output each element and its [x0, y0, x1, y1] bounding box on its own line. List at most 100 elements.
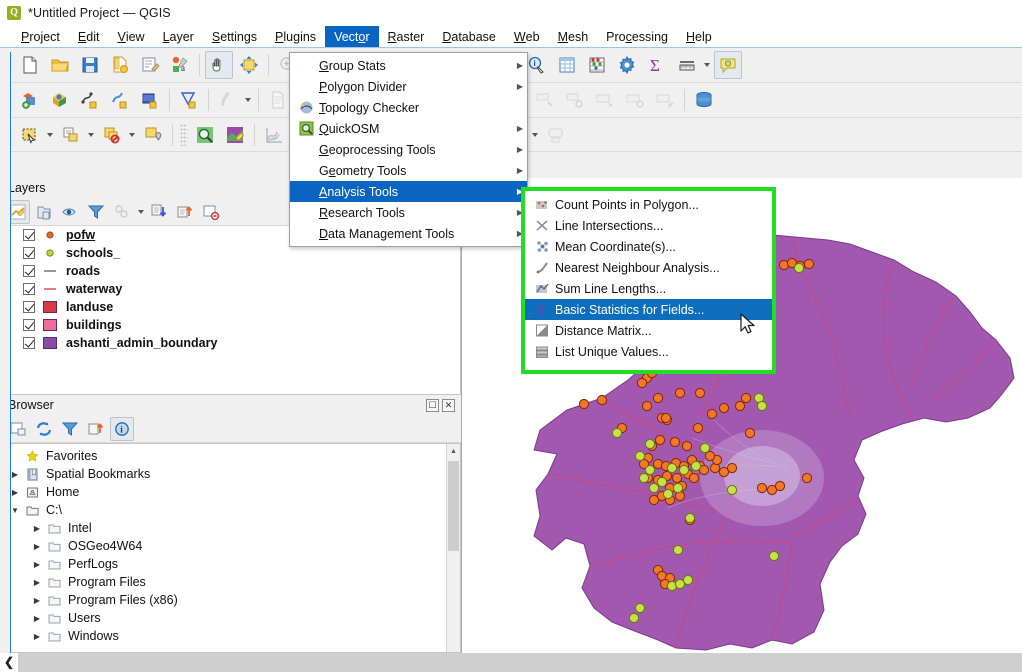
menu-project[interactable]: Project — [12, 26, 69, 47]
menu-processing[interactable]: Pro c essing — [597, 26, 677, 47]
refresh-icon[interactable] — [32, 417, 56, 441]
select-features-icon[interactable] — [16, 121, 44, 149]
layer-visibility-checkbox[interactable] — [23, 247, 35, 259]
add-wms-icon[interactable] — [214, 86, 242, 114]
select-value-caret-icon[interactable] — [86, 121, 95, 149]
show-hide-label-icon[interactable] — [621, 86, 649, 114]
layer-visibility-checkbox[interactable] — [23, 283, 35, 295]
browser-tree-item[interactable]: Favorites — [1, 447, 460, 465]
toolbar-grip[interactable] — [180, 123, 187, 146]
menu-edit[interactable]: Edit — [69, 26, 109, 47]
vector-menu-item-quickosm[interactable]: QuickOSM ▶ — [290, 118, 527, 139]
scroll-up-arrow-icon[interactable]: ▲ — [447, 444, 460, 458]
browser-tree-item[interactable]: Users — [1, 609, 460, 627]
layer-visibility-checkbox[interactable] — [23, 301, 35, 313]
menu-layer[interactable]: Layer — [154, 26, 203, 47]
expand-all-icon[interactable] — [147, 200, 171, 224]
open-attribute-table-icon[interactable] — [553, 51, 581, 79]
menu-plugins[interactable]: Plugins — [266, 26, 325, 47]
add-virtual-layer-icon[interactable] — [175, 86, 203, 114]
menu-raster[interactable]: Raster — [379, 26, 434, 47]
properties-icon[interactable]: i — [110, 416, 134, 441]
db-manager-icon[interactable] — [690, 86, 718, 114]
browser-tree-item[interactable]: Home — [1, 483, 460, 501]
layer-visibility-checkbox[interactable] — [23, 337, 35, 349]
layer-row[interactable]: buildings — [1, 316, 460, 334]
wms-dropdown-caret-icon[interactable] — [243, 86, 252, 114]
browser-tree-item[interactable]: OSGeo4W64 — [1, 537, 460, 555]
expand-arrow-closed-icon[interactable] — [29, 578, 45, 587]
vector-menu-item-polygon-divider[interactable]: Polygon Divider ▶ — [290, 76, 527, 97]
expand-arrow-closed-icon[interactable] — [29, 524, 45, 533]
select-dropdown-caret-icon[interactable] — [45, 121, 54, 149]
sum-icon[interactable]: Σ — [643, 51, 671, 79]
analysis-menu-item-mean-coordinate-s[interactable]: Mean Coordinate(s)... — [525, 236, 772, 257]
collapse-all-icon[interactable] — [84, 417, 108, 441]
deselect-caret-icon[interactable] — [127, 121, 136, 149]
plot-icon[interactable] — [260, 121, 288, 149]
filter-legend-expression-icon[interactable] — [110, 200, 134, 224]
vector-menu-item-topology-checker[interactable]: Topology Checker — [290, 97, 527, 118]
collapse-left-chevron-icon[interactable]: ❮ — [0, 653, 18, 672]
vector-menu-item-group-stats[interactable]: Group Stats ▶ — [290, 55, 527, 76]
expand-arrow-closed-icon[interactable] — [29, 596, 45, 605]
vector-menu-item-analysis-tools[interactable]: Analysis Tools ▶ — [290, 181, 527, 202]
layer-row[interactable]: roads — [1, 262, 460, 280]
measure-dropdown-caret-icon[interactable] — [702, 51, 711, 79]
zoom-select-icon[interactable] — [191, 121, 219, 149]
text-annotation-caret-icon[interactable] — [530, 121, 539, 149]
save-project-icon[interactable] — [76, 51, 104, 79]
style-manager-icon[interactable]: a — [166, 51, 194, 79]
manage-visibility-icon[interactable] — [58, 200, 82, 224]
browser-tree-item[interactable]: Windows — [1, 627, 460, 645]
expand-arrow-closed-icon[interactable] — [29, 632, 45, 641]
layer-visibility-checkbox[interactable] — [23, 265, 35, 277]
undock-icon[interactable]: ☐ — [426, 398, 439, 412]
close-icon[interactable]: ✕ — [442, 398, 455, 412]
vector-menu-item-geoprocessing-tools[interactable]: Geoprocessing Tools ▶ — [290, 139, 527, 160]
browser-tree[interactable]: Favorites Spatial Bookmarks Home C:\ Intel OS… — [0, 443, 461, 653]
filter-legend-icon[interactable] — [84, 200, 108, 224]
analysis-menu-item-count-points-in-polygon[interactable]: Count Points in Polygon... — [525, 194, 772, 215]
layer-visibility-checkbox[interactable] — [23, 229, 35, 241]
analysis-menu-item-line-intersections[interactable]: Line Intersections... — [525, 215, 772, 236]
add-group-icon[interactable] — [32, 200, 56, 224]
layer-row[interactable]: ashanti_admin_boundary — [1, 334, 460, 352]
deselect-icon[interactable] — [98, 121, 126, 149]
vector-menu-popup[interactable]: Group Stats ▶ Polygon Divider ▶ Topology Che… — [289, 52, 528, 247]
layers-tree[interactable]: pofw schools_ roads waterway landuse building… — [0, 226, 461, 395]
rotate-label-icon[interactable] — [561, 86, 589, 114]
browser-scrollbar[interactable]: ▲ — [446, 444, 460, 652]
analysis-menu-item-nearest-neighbour-analysis[interactable]: Nearest Neighbour Analysis... — [525, 257, 772, 278]
edit-select-icon[interactable] — [221, 121, 249, 149]
layer-row[interactable]: landuse — [1, 298, 460, 316]
layer-visibility-checkbox[interactable] — [23, 319, 35, 331]
new-project-icon[interactable] — [16, 51, 44, 79]
browser-tree-item[interactable]: Program Files — [1, 573, 460, 591]
change-label-icon[interactable] — [591, 86, 619, 114]
measure-line-icon[interactable] — [673, 51, 701, 79]
browser-tree-item[interactable]: Spatial Bookmarks — [1, 465, 460, 483]
select-by-location-icon[interactable] — [139, 121, 167, 149]
browser-tree-item[interactable]: PerfLogs — [1, 555, 460, 573]
browser-tree-item[interactable]: Intel — [1, 519, 460, 537]
move-label-icon[interactable] — [531, 86, 559, 114]
remove-layer-icon[interactable] — [199, 200, 223, 224]
add-raster-layer-icon[interactable] — [46, 86, 74, 114]
save-project-as-icon[interactable] — [106, 51, 134, 79]
vector-menu-item-data-management-tools[interactable]: Data Management Tools ▶ — [290, 223, 527, 244]
collapse-all-icon[interactable] — [173, 200, 197, 224]
menu-settings[interactable]: Settings — [203, 26, 266, 47]
add-delimited-text-icon[interactable] — [76, 86, 104, 114]
analysis-menu-item-basic-statistics-for-fields[interactable]: Σ Basic Statistics for Fields... — [525, 299, 772, 320]
new-shapefile-icon[interactable] — [264, 86, 292, 114]
menu-help[interactable]: Help — [677, 26, 721, 47]
html-annotation-icon[interactable] — [542, 121, 570, 149]
menu-web[interactable]: Web — [505, 26, 549, 47]
options-icon[interactable] — [613, 51, 641, 79]
browser-tree-item[interactable]: Program Files (x86) — [1, 591, 460, 609]
add-spatialite-icon[interactable] — [106, 86, 134, 114]
analysis-menu-item-distance-matrix[interactable]: Distance Matrix... — [525, 320, 772, 341]
expand-arrow-closed-icon[interactable] — [29, 560, 45, 569]
scrollbar-thumb[interactable] — [448, 461, 459, 551]
